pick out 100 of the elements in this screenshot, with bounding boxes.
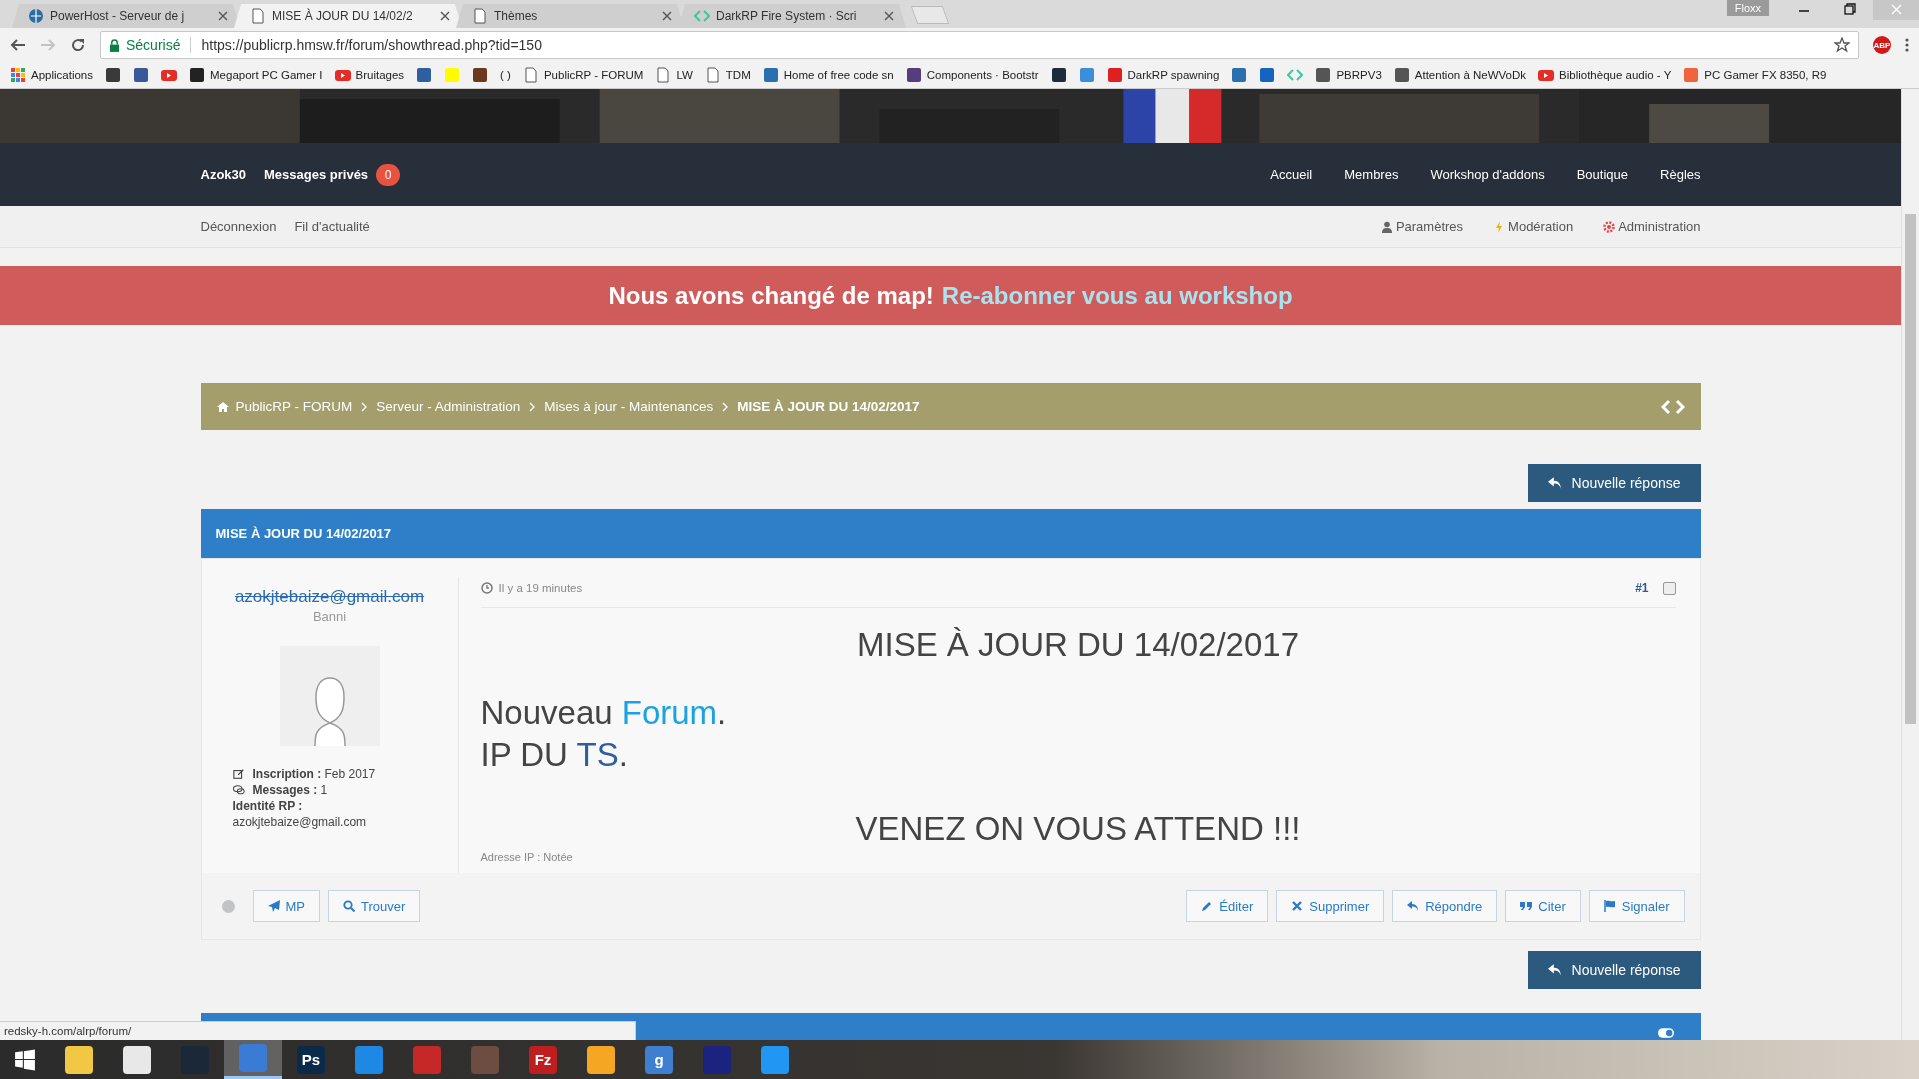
bookmark[interactable]: DarkRP spawning [1106,67,1220,83]
announcement-text: Nous avons changé de map! [608,281,934,310]
toggle-icon[interactable] [1657,1028,1674,1038]
bookmark[interactable]: TDM [704,67,751,83]
extension-badge[interactable]: ABP [1873,36,1891,54]
user-rank: Banni [312,609,347,624]
post-action-button[interactable]: MP [252,890,320,922]
post-action-button[interactable]: Citer [1505,890,1581,922]
nav-link[interactable]: Déconnexion [200,219,277,234]
page-icon [250,8,266,24]
post-action-button[interactable]: Supprimer [1276,890,1385,922]
page-icon [655,67,672,83]
nav-link[interactable]: Administration [1618,219,1701,234]
bookmark[interactable]: Bibliothèque audio - Y [1538,67,1672,83]
username-link[interactable]: Azok30 [200,167,247,182]
close-icon [1291,900,1304,912]
code-icon [694,8,710,24]
post-action-button[interactable]: Trouver [328,890,421,922]
bookmark[interactable]: PBRPV3 [1315,67,1382,83]
bookmark[interactable]: Megaport PC Gamer I [189,67,323,83]
globe-icon [28,8,44,24]
play-icon [161,67,177,83]
reload-icon[interactable] [70,37,86,53]
ip-notice: Adresse IP : Notée [480,851,574,863]
close-icon[interactable] [662,11,672,21]
nav-link[interactable]: Membres [1344,167,1399,182]
nav-link[interactable]: Accueil [1270,167,1313,182]
avatar-icon [279,646,380,746]
select-checkbox[interactable] [1662,581,1676,595]
post-time: Il y a 19 minutes [498,582,583,594]
thread-title: MISE À JOUR DU 14/02/2017 [215,526,392,541]
pencil-icon [1201,900,1214,912]
nav-link[interactable]: Fil d'actualité [294,219,370,234]
new-reply-button[interactable]: Nouvelle réponse [1527,951,1701,989]
nav-link[interactable]: Paramètres [1395,219,1464,234]
taskbar-app[interactable]: Ps [282,1040,340,1079]
user-info: Inscription : Feb 2017 [252,766,376,782]
bookmark[interactable]: Bruitages [334,67,405,83]
chevron-icon [722,401,729,412]
settings-icon [1603,220,1616,233]
star-icon[interactable] [1834,37,1850,53]
post-action-button[interactable]: Éditer [1186,890,1269,922]
bookmark[interactable]: PC Gamer FX 8350, R9 [1683,67,1827,83]
close-icon[interactable] [440,11,450,21]
reply-icon [1547,963,1562,977]
bookmark[interactable]: ( ) [500,69,511,81]
address-bar[interactable]: Sécurisé https://publicrp.hmsw.fr/forum/showthread.php?tid=150 [100,31,1859,59]
back-arrow-icon[interactable] [10,37,26,53]
bookmark[interactable]: Attention à NeWVoDk [1393,67,1527,83]
message-line: Nouveau Forum. [480,694,727,731]
close-icon[interactable] [218,11,228,21]
post-number-link[interactable]: #1 [1635,581,1649,595]
edit-icon [232,768,245,780]
page-icon [472,8,488,24]
nav-link[interactable]: Règles [1660,167,1701,182]
bookmark[interactable]: Applications [10,67,93,83]
comments-icon [232,784,245,796]
home-icon [216,400,229,413]
author-link[interactable]: azokjtebaize@gmail.com [234,587,425,607]
expand-icon[interactable] [1660,398,1685,415]
user-icon [1380,220,1393,233]
quote-icon [1520,900,1533,912]
message-count: 0 [376,163,401,186]
url-text: https://publicrp.hmsw.fr/forum/showthread.php?tid=150 [201,37,542,53]
user-info: Messages : 1 [252,782,328,798]
message-line: IP DU TS. [480,736,628,773]
chevron-icon [529,401,536,412]
browser-tab[interactable]: DarkRP Fire System · Scri [678,4,906,28]
bookmark[interactable]: Components · Bootstr [905,67,1039,83]
code-icon [1287,67,1304,83]
close-icon[interactable] [884,11,894,21]
secure-label: Sécurisé [126,37,181,53]
page-icon [522,67,539,83]
nav-link[interactable]: Modération [1508,219,1574,234]
scrollbar[interactable] [1901,89,1919,1040]
post-action-button[interactable]: Signaler [1588,890,1685,922]
post-action-button[interactable]: Répondre [1392,890,1498,922]
clock-icon [480,582,493,594]
paper-plane-icon [267,900,280,912]
bookmark[interactable]: LW [655,67,693,83]
page-icon [704,67,721,83]
search-icon [343,900,355,912]
new-reply-button[interactable]: Nouvelle réponse [1527,464,1701,502]
nav-link[interactable]: Workshop d'addons [1430,167,1545,182]
message-line: MISE À JOUR DU 14/02/2017 [857,626,1299,663]
message-line: VENEZ ON VOUS ATTEND !!! [855,810,1301,847]
taskbar-app[interactable]: g [630,1040,688,1079]
private-messages-link[interactable]: Messages privés [264,167,369,182]
menu-icon[interactable] [1905,37,1909,53]
bookmark[interactable]: Home of free code sn [762,67,894,83]
apps-grid-icon [10,67,26,83]
play-icon [334,67,351,83]
taskbar-app[interactable]: Fz [514,1040,572,1079]
chevron-icon [361,401,368,412]
reply-icon [1547,476,1562,490]
status-bar-url: redsky-h.com/alrp/forum/ [0,1021,636,1040]
reply-icon [1407,900,1420,912]
bookmark[interactable]: PublicRP - FORUM [522,67,644,83]
nav-link[interactable]: Boutique [1576,167,1629,182]
flag-icon [1603,900,1616,912]
